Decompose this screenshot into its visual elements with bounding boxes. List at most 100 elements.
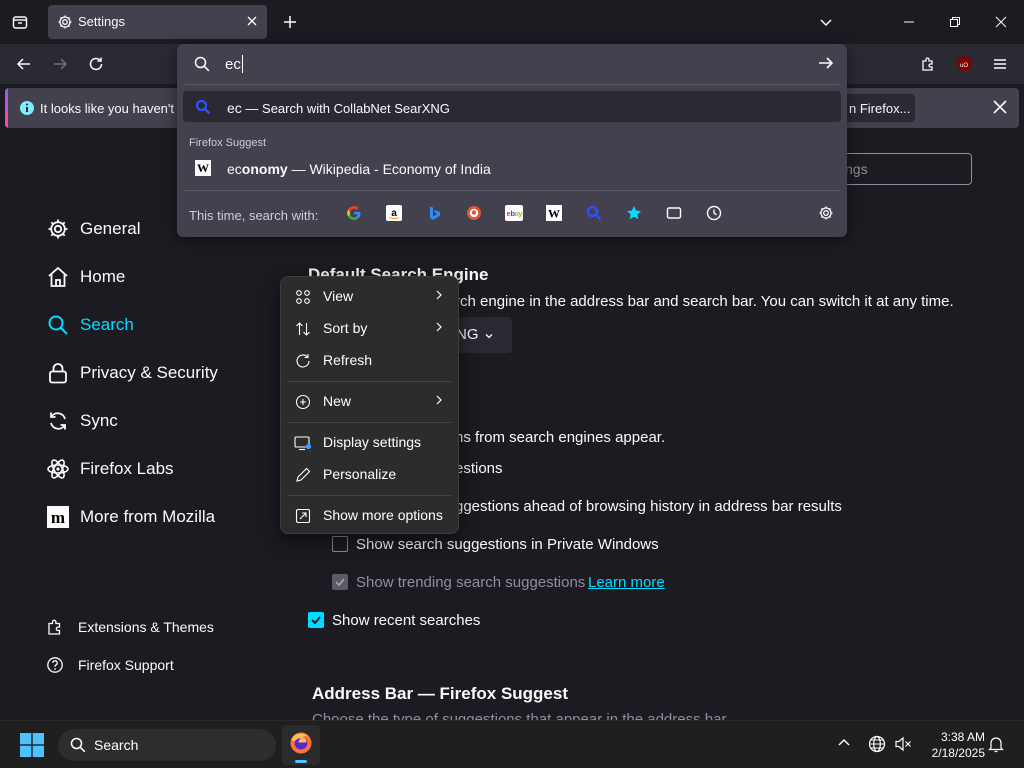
tab-title: Settings: [78, 14, 125, 29]
chevron-right-icon: [434, 394, 444, 406]
notification-action-button[interactable]: n Firefox...: [837, 94, 915, 122]
menu-item-refresh[interactable]: Refresh: [285, 345, 456, 375]
show-search-suggestions-label: estions: [455, 460, 503, 477]
trending-suggestions-checkbox[interactable]: [332, 574, 348, 590]
close-window-button[interactable]: [978, 0, 1024, 44]
extensions-button[interactable]: [912, 48, 944, 80]
engine-duckduckgo-button[interactable]: [465, 204, 483, 222]
taskbar-search-box[interactable]: Search: [58, 729, 276, 761]
recent-searches-label: Show recent searches: [332, 612, 481, 629]
menu-item-label: Display settings: [323, 434, 422, 450]
suggest-result-wikipedia[interactable]: W economy — Wikipedia - Economy of India: [183, 154, 841, 182]
tabs-button[interactable]: [665, 204, 683, 222]
puzzle-icon: [922, 57, 933, 71]
category-label: More from Mozilla: [80, 507, 216, 526]
extensions-themes-link[interactable]: Extensions & Themes: [46, 618, 214, 636]
display-settings-icon: [294, 434, 312, 452]
sort-icon: [294, 320, 312, 338]
menu-item-show-more-options[interactable]: Show more options: [285, 500, 456, 530]
app-menu-button[interactable]: [984, 48, 1016, 80]
volume-button[interactable]: [894, 735, 912, 753]
new-tab-button[interactable]: [274, 6, 306, 38]
category-sync[interactable]: Sync: [46, 407, 118, 435]
engine-google-button[interactable]: [345, 204, 363, 222]
reload-button[interactable]: [80, 48, 112, 80]
menu-item-view[interactable]: View: [285, 281, 456, 311]
private-windows-checkbox[interactable]: [332, 536, 348, 552]
list-all-tabs-button[interactable]: [810, 6, 842, 38]
address-bar-heading: Address Bar — Firefox Suggest: [312, 684, 569, 703]
category-label: Home: [80, 267, 126, 286]
engine-bing-button[interactable]: [425, 204, 443, 222]
searxng-icon: [195, 99, 211, 115]
category-home[interactable]: Home: [46, 263, 125, 291]
bookmarks-button[interactable]: [625, 204, 643, 222]
menu-separator: [287, 495, 452, 496]
forward-button[interactable]: [44, 48, 76, 80]
taskbar-firefox-button[interactable]: [282, 725, 320, 765]
default-engine-description: rch engine in the address bar and search…: [455, 293, 954, 310]
notifications-button[interactable]: [988, 735, 1004, 753]
learn-more-link[interactable]: Learn more: [588, 574, 665, 591]
svg-text:uO: uO: [960, 63, 968, 69]
ublock-origin-button[interactable]: uO: [948, 48, 980, 80]
tab-settings[interactable]: Settings: [48, 5, 267, 39]
amazon-icon: a: [386, 205, 402, 221]
restore-button[interactable]: [932, 0, 978, 44]
engine-amazon-button[interactable]: a: [385, 204, 403, 222]
urlbar-input[interactable]: [225, 54, 805, 74]
firefox-view-button[interactable]: [4, 6, 36, 38]
history-button[interactable]: [705, 204, 723, 222]
search-settings-button[interactable]: [817, 204, 835, 222]
engine-searxng-button[interactable]: [585, 204, 603, 222]
category-privacy-security[interactable]: Privacy & Security: [46, 359, 218, 387]
back-button[interactable]: [8, 48, 40, 80]
menu-item-sort-by[interactable]: Sort by: [285, 313, 456, 343]
chevron-right-icon: [434, 289, 444, 301]
go-button[interactable]: [817, 54, 835, 72]
close-icon: [247, 16, 257, 26]
category-search[interactable]: Search: [46, 311, 134, 339]
category-label: Privacy & Security: [80, 363, 218, 382]
chevron-down-icon: [820, 19, 832, 27]
clock[interactable]: 3:38 AM 2/18/2025: [915, 729, 985, 761]
globe-icon: [868, 735, 886, 753]
svg-text:a: a: [391, 208, 397, 219]
gear-icon: [819, 206, 833, 220]
category-general[interactable]: General: [46, 215, 140, 243]
engine-wikipedia-button[interactable]: W: [545, 204, 563, 222]
google-icon: [347, 206, 361, 221]
trending-suggestions-label: Show trending search suggestions: [356, 574, 586, 591]
clock-time: 3:38 AM: [940, 730, 985, 744]
search-engine-result[interactable]: ec — Search with CollabNet SearXNG: [183, 91, 841, 122]
menu-item-label: View: [323, 288, 354, 304]
clock-icon: [706, 205, 722, 221]
search-icon: [46, 313, 70, 337]
menu-item-personalize[interactable]: Personalize: [285, 459, 456, 489]
extensions-themes-label: Extensions & Themes: [78, 619, 214, 635]
close-notification-button[interactable]: [991, 98, 1009, 116]
show-hidden-icons-button[interactable]: [836, 735, 852, 751]
chevron-right-icon: [434, 321, 444, 333]
category-firefox-labs[interactable]: Firefox Labs: [46, 455, 174, 483]
category-more-from-mozilla[interactable]: m More from Mozilla: [46, 503, 215, 531]
recent-searches-checkbox[interactable]: [308, 612, 324, 628]
engine-ebay-button[interactable]: ebay: [505, 204, 523, 222]
network-button[interactable]: [868, 735, 886, 753]
restore-icon: [950, 17, 960, 27]
oneoff-label: This time, search with:: [189, 208, 319, 223]
notification-message: It looks like you haven't st: [40, 101, 188, 116]
chevron-down-icon: [485, 334, 493, 339]
start-button[interactable]: [20, 733, 44, 757]
menu-item-display-settings[interactable]: Display settings: [285, 427, 456, 457]
speaker-muted-icon: [895, 736, 911, 752]
tab-strip: Settings: [0, 0, 1024, 44]
firefox-support-label: Firefox Support: [78, 657, 174, 673]
urlbar-dropdown: ec — Search with CollabNet SearXNG Firef…: [177, 44, 847, 237]
taskbar-search-label: Search: [94, 737, 139, 753]
lock-icon: [46, 361, 70, 385]
firefox-support-link[interactable]: Firefox Support: [46, 656, 174, 674]
close-tab-button[interactable]: [245, 14, 259, 28]
minimize-button[interactable]: [886, 0, 932, 44]
menu-item-new[interactable]: New: [285, 386, 456, 416]
